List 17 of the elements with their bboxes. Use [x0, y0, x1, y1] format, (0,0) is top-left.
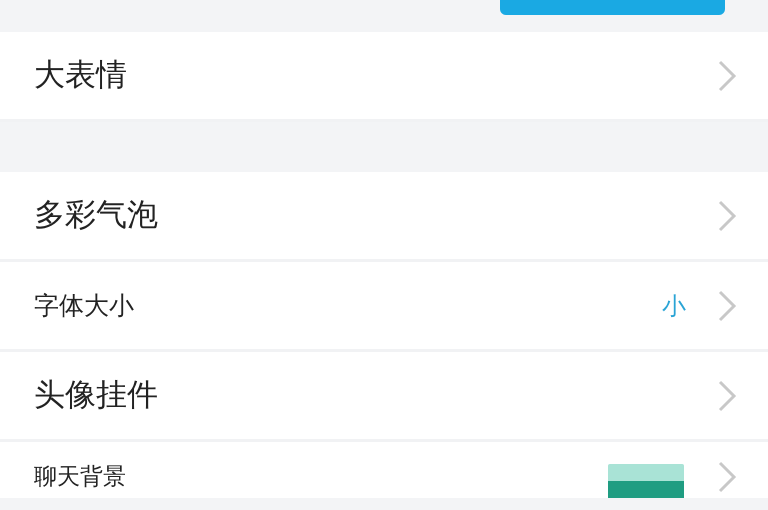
- settings-row[interactable]: 头像挂件: [0, 352, 768, 442]
- settings-row[interactable]: 多彩气泡: [0, 172, 768, 262]
- chevron-right-icon: [716, 460, 738, 494]
- chevron-right-icon: [716, 378, 738, 412]
- chevron-right-icon: [716, 288, 738, 322]
- action-button[interactable]: [500, 0, 725, 15]
- settings-row[interactable]: 聊天背景: [0, 442, 768, 498]
- chevron-right-icon: [716, 58, 738, 92]
- row-label: 大表情: [34, 56, 128, 96]
- chevron-right-icon: [716, 198, 738, 232]
- row-label: 字体大小: [34, 290, 135, 322]
- row-value: 小: [662, 290, 686, 322]
- row-label: 多彩气泡: [34, 196, 159, 236]
- row-label: 聊天背景: [34, 462, 127, 492]
- row-label: 头像挂件: [34, 376, 159, 416]
- settings-row[interactable]: 字体大小 小: [0, 262, 768, 352]
- settings-row[interactable]: 大表情: [0, 32, 768, 122]
